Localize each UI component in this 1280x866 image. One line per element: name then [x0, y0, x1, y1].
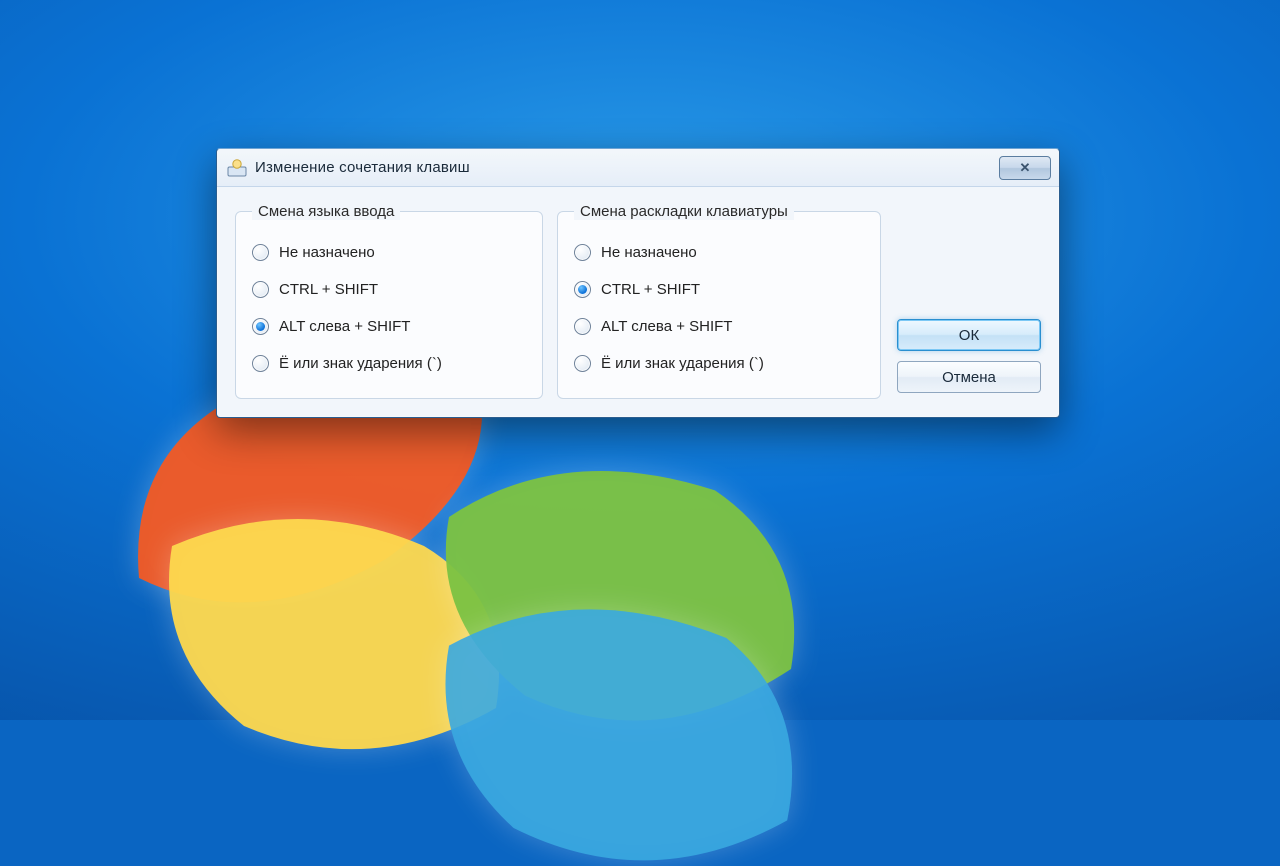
- radio-label: ALT слева + SHIFT: [279, 318, 410, 335]
- logo-leaf-blue: [430, 600, 810, 866]
- close-icon: ✕: [1020, 160, 1031, 176]
- ok-button[interactable]: ОК: [897, 319, 1041, 351]
- radio-option[interactable]: CTRL + SHIFT: [572, 271, 866, 308]
- radio-icon: [574, 318, 591, 335]
- radio-label: Ё или знак ударения (`): [279, 355, 442, 372]
- radio-option[interactable]: Ё или знак ударения (`): [572, 345, 866, 382]
- radio-icon: [252, 281, 269, 298]
- group-legend: Смена раскладки клавиатуры: [574, 203, 794, 220]
- radio-label: ALT слева + SHIFT: [601, 318, 732, 335]
- radio-option[interactable]: CTRL + SHIFT: [250, 271, 528, 308]
- radio-label: Не назначено: [279, 244, 375, 261]
- radio-icon: [252, 244, 269, 261]
- dialog-buttons: ОК Отмена: [897, 203, 1041, 399]
- radio-label: CTRL + SHIFT: [279, 281, 378, 298]
- radio-label: CTRL + SHIFT: [601, 281, 700, 298]
- titlebar[interactable]: Изменение сочетания клавиш ✕: [217, 149, 1059, 187]
- radio-option[interactable]: ALT слева + SHIFT: [572, 308, 866, 345]
- group-legend: Смена языка ввода: [252, 203, 400, 220]
- group-input-language: Смена языка ввода Не назначено CTRL + SH…: [235, 203, 543, 399]
- radio-icon: [574, 244, 591, 261]
- radio-option[interactable]: Ё или знак ударения (`): [250, 345, 528, 382]
- radio-label: Не назначено: [601, 244, 697, 261]
- keyboard-layout-icon: [227, 158, 247, 178]
- dialog-content: Смена языка ввода Не назначено CTRL + SH…: [217, 187, 1059, 417]
- radio-icon: [574, 355, 591, 372]
- radio-option[interactable]: Не назначено: [572, 234, 866, 271]
- radio-icon: [252, 318, 269, 335]
- group-keyboard-layout: Смена раскладки клавиатуры Не назначено …: [557, 203, 881, 399]
- dialog-title: Изменение сочетания клавиш: [255, 159, 470, 176]
- radio-label: Ё или знак ударения (`): [601, 355, 764, 372]
- radio-option[interactable]: ALT слева + SHIFT: [250, 308, 528, 345]
- radio-option[interactable]: Не назначено: [250, 234, 528, 271]
- dialog-change-key-sequence: Изменение сочетания клавиш ✕ Смена языка…: [216, 148, 1060, 418]
- cancel-button[interactable]: Отмена: [897, 361, 1041, 393]
- close-button[interactable]: ✕: [999, 156, 1051, 180]
- radio-icon: [574, 281, 591, 298]
- radio-icon: [252, 355, 269, 372]
